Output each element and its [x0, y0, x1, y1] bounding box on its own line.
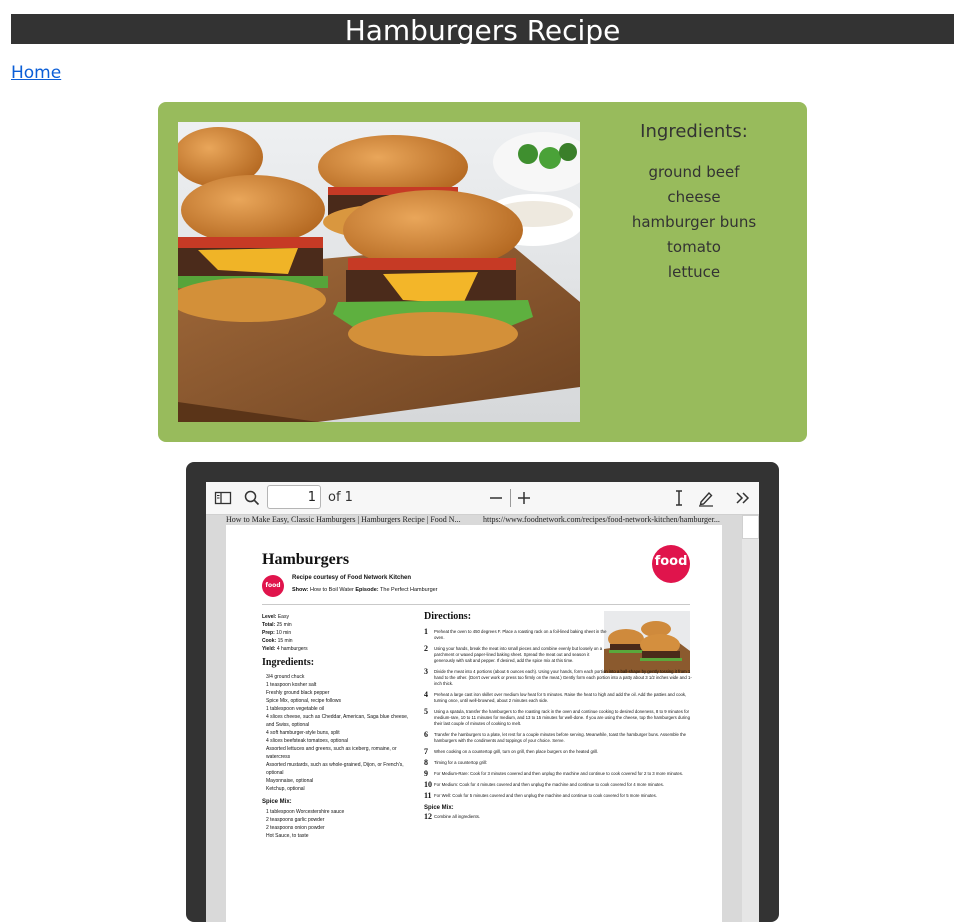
direction-step: 6 Transfer the hamburgers to a plate, let… — [424, 730, 687, 744]
recipe-left-column: Level: Easy Total: 25 min Prep: 10 min C… — [262, 613, 412, 840]
direction-step: 3 Divide the meat into 4 portions (about … — [424, 667, 692, 687]
recipe-title: Hamburgers — [262, 551, 350, 568]
meta-row: Total: 25 min — [262, 622, 292, 628]
page-number-input[interactable]: 1 — [267, 485, 321, 509]
show-value: How to Boil Water — [310, 587, 354, 593]
text-select-icon[interactable] — [669, 488, 689, 508]
ingredient-line: 1 teaspoon kosher salt — [266, 682, 317, 688]
food-network-small-logo: food — [262, 575, 284, 597]
ingredient-item: lettuce — [667, 263, 721, 281]
direction-step: 2 Using your hands, break the meat into s… — [424, 644, 603, 664]
show-info: Show: How to Boil Water Episode: The Per… — [292, 587, 438, 593]
sidebar-toggle-icon[interactable] — [213, 488, 233, 508]
spice-line: Hot Sauce, to taste — [266, 833, 309, 839]
episode-value: The Perfect Hamburger — [380, 587, 438, 593]
pdf-scrollbar[interactable] — [742, 515, 759, 922]
page-header: Hamburgers Recipe — [11, 14, 954, 44]
ingredient-line: 4 slices cheese, such as Cheddar, Americ… — [266, 714, 409, 728]
draw-icon[interactable] — [696, 488, 716, 508]
ingredient-line: Mayonnaise, optional — [266, 778, 314, 784]
direction-step: 11 For Well: Cook for 5 minutes covered a… — [424, 791, 658, 800]
ingredient-line: 4 soft hamburger-style buns, split — [266, 730, 340, 736]
divider — [262, 604, 690, 605]
direction-step: 12 Combine all ingredients. — [424, 812, 481, 821]
spice-line: 1 tablespoon Worcestershire sauce — [266, 809, 345, 815]
ingredient-line: 1 tablespoon vegetable oil — [266, 706, 325, 712]
pdf-header-url: https://www.foodnetwork.com/recipes/food… — [483, 515, 720, 524]
recipe-card: Ingredients: ground beef cheese hamburge… — [158, 102, 807, 442]
zoom-out-icon[interactable] — [486, 488, 506, 508]
ingredient-line: Assorted lettuces and greens, such as ic… — [266, 746, 397, 760]
page-title: Hamburgers Recipe — [344, 14, 621, 44]
spice-directions-title: Spice Mix: — [424, 805, 454, 811]
pdf-header-title: How to Make Easy, Classic Hamburgers | H… — [226, 515, 461, 524]
spice-mix-title: Spice Mix: — [262, 799, 292, 805]
meta-row: Yield: 4 hamburgers — [262, 646, 308, 652]
food-network-logo: food — [652, 545, 690, 583]
ingredient-line: Freshly ground black pepper — [266, 690, 330, 696]
direction-step: 7 When cooking on a countertop grill, tur… — [424, 747, 599, 756]
ingredient-line: Assorted mustards, such as whole-grained… — [266, 762, 404, 776]
direction-step: 9 For Medium-Rare: Cook for 3 minutes cov… — [424, 769, 684, 778]
recipe-directions: Directions: 1 Preheat the oven to 450 deg… — [424, 611, 692, 825]
ingredient-line: Spice Mix, optional, recipe follows — [266, 698, 342, 704]
pdf-viewer: 1 of 1 How to Make Easy, Classic Hamburg… — [186, 462, 779, 922]
zoom-in-icon[interactable] — [514, 488, 534, 508]
ingredient-item: cheese — [667, 188, 721, 206]
show-label: Show: — [292, 587, 309, 593]
direction-step: 5 Using a spatula, transfer the hamburger… — [424, 707, 690, 727]
pdf-page-header: How to Make Easy, Classic Hamburgers | H… — [226, 515, 726, 525]
ingredients-list: ground beef cheese hamburger buns tomato… — [604, 160, 784, 285]
more-tools-icon[interactable] — [733, 488, 753, 508]
ingredient-line: 4 slices beefsteak tomatoes, optional — [266, 738, 348, 744]
ingredient-item: hamburger buns — [631, 213, 757, 231]
ingredient-item: ground beef — [648, 163, 740, 181]
spice-line: 2 teaspoons onion powder — [266, 825, 325, 831]
spice-line: 2 teaspoons garlic powder — [266, 817, 325, 823]
toolbar-divider — [510, 489, 511, 507]
ingredients-title: Ingredients: — [262, 657, 315, 668]
ingredients-panel: Ingredients: ground beef cheese hamburge… — [604, 122, 784, 285]
search-icon[interactable] — [242, 488, 262, 508]
ingredient-line: Ketchup, optional — [266, 786, 305, 792]
meta-row: Level: Easy — [262, 614, 289, 620]
direction-step: 1 Preheat the oven to 450 degrees F. Plac… — [424, 627, 607, 641]
home-link[interactable]: Home — [11, 63, 61, 83]
ingredient-item: tomato — [667, 238, 721, 256]
recipe-courtesy: Recipe courtesy of Food Network Kitchen — [292, 575, 412, 581]
meta-row: Cook: 15 min — [262, 638, 293, 644]
hamburgers-photo — [178, 122, 580, 422]
direction-step: 4 Preheat a large cast iron skillet over … — [424, 690, 687, 704]
ingredients-heading: Ingredients: — [640, 121, 748, 142]
pdf-page: Hamburgers food food Recipe courtesy of … — [226, 525, 722, 922]
direction-step: 10 For Medium: Cook for 4 minutes covered… — [424, 780, 665, 789]
page-total-label: of 1 — [328, 490, 353, 505]
ingredient-line: 3/4 ground chuck — [266, 674, 305, 680]
pdf-toolbar: 1 of 1 — [206, 482, 759, 515]
meta-row: Prep: 10 min — [262, 630, 292, 636]
scrollbar-thumb[interactable] — [742, 515, 759, 539]
pdf-document-area[interactable]: How to Make Easy, Classic Hamburgers | H… — [206, 515, 759, 922]
episode-label: Episode: — [355, 587, 379, 593]
direction-step: 8 Timing for a countertop grill: — [424, 758, 488, 767]
directions-title: Directions: — [424, 611, 472, 622]
